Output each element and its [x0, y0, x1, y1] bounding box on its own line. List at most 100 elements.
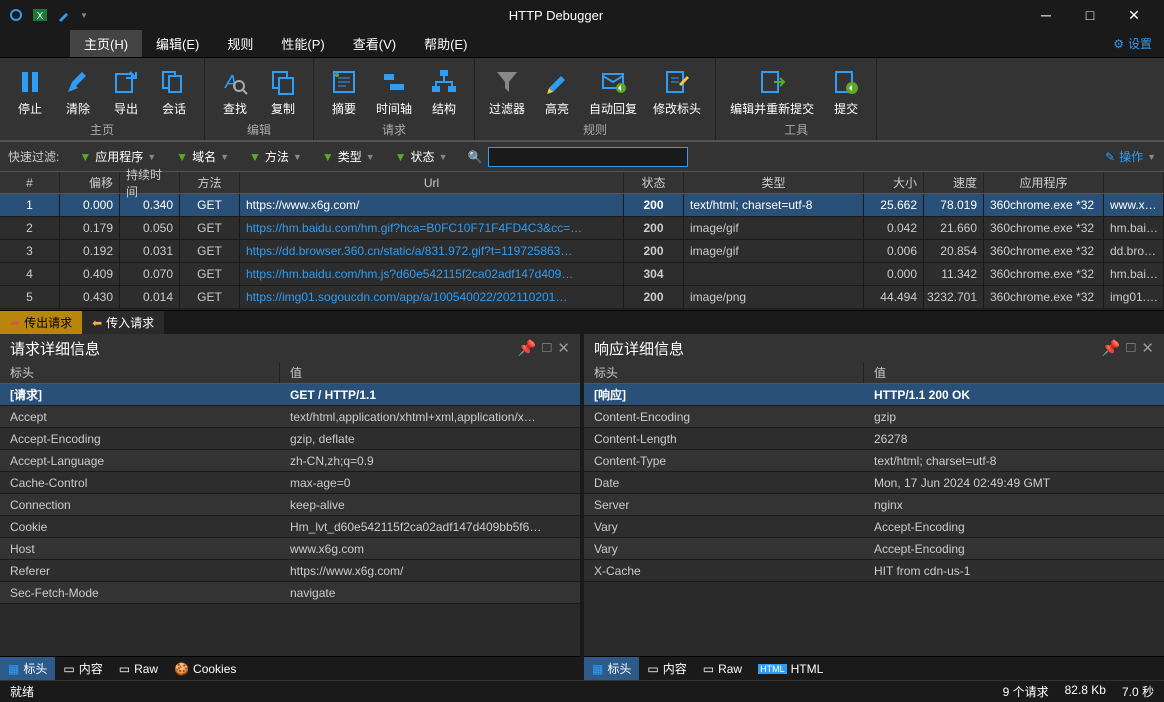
col-type[interactable]: 类型	[684, 172, 864, 193]
menu-edit[interactable]: 编辑(E)	[142, 30, 213, 57]
kv-row[interactable]: Sec-Fetch-Modenavigate	[0, 582, 580, 604]
resp-tab-raw[interactable]: ▭Raw	[695, 657, 750, 680]
pause-icon	[14, 66, 46, 98]
filter-app[interactable]: ▼应用程序▼	[79, 148, 156, 165]
kv-row[interactable]: Content-Typetext/html; charset=utf-8	[584, 450, 1164, 472]
resp-col-header[interactable]: 标头	[584, 362, 864, 383]
col-num[interactable]: #	[0, 172, 60, 193]
search-input[interactable]	[488, 147, 688, 167]
close-button[interactable]: ✕	[1112, 0, 1156, 30]
col-duration[interactable]: 持续时间	[120, 172, 180, 193]
maximize-button[interactable]: □	[1068, 0, 1112, 30]
maximize-pane-icon[interactable]: □	[1126, 339, 1135, 357]
resp-tab-content[interactable]: ▭内容	[639, 657, 694, 680]
ribbon-summary[interactable]: 摘要	[322, 62, 366, 119]
operations-button[interactable]: ✎ 操作 ▼	[1105, 148, 1156, 165]
col-status[interactable]: 状态	[624, 172, 684, 193]
req-tab-raw[interactable]: ▭Raw	[111, 657, 166, 680]
resp-tab-header[interactable]: ▦标头	[584, 657, 639, 680]
col-method[interactable]: 方法	[180, 172, 240, 193]
col-speed[interactable]: 速度	[924, 172, 984, 193]
ribbon-find[interactable]: A查找	[213, 62, 257, 119]
chevron-down-icon: ▼	[147, 152, 156, 162]
kv-row[interactable]: [请求]GET / HTTP/1.1	[0, 384, 580, 406]
kv-row[interactable]: Accepttext/html,application/xhtml+xml,ap…	[0, 406, 580, 428]
menu-perf[interactable]: 性能(P)	[267, 30, 338, 57]
grid-row[interactable]: 40.4090.070GEThttps://hm.baidu.com/hm.js…	[0, 263, 1164, 286]
req-tab-cookies[interactable]: 🍪Cookies	[166, 657, 244, 680]
maximize-pane-icon[interactable]: □	[542, 339, 551, 357]
req-tab-header[interactable]: ▦标头	[0, 657, 55, 680]
resp-col-value[interactable]: 值	[864, 362, 1164, 383]
kv-row[interactable]: Accept-Encodinggzip, deflate	[0, 428, 580, 450]
search-icon[interactable]: 🔍	[467, 150, 482, 164]
kv-row[interactable]: Connectionkeep-alive	[0, 494, 580, 516]
ribbon-copy[interactable]: 复制	[261, 62, 305, 119]
req-col-header[interactable]: 标头	[0, 362, 280, 383]
grid-row[interactable]: 20.1790.050GEThttps://hm.baidu.com/hm.gi…	[0, 217, 1164, 240]
menu-help[interactable]: 帮助(E)	[410, 30, 481, 57]
grid-row[interactable]: 30.1920.031GEThttps://dd.browser.360.cn/…	[0, 240, 1164, 263]
col-app[interactable]: 应用程序	[984, 172, 1104, 193]
request-detail-title: 请求详细信息 📌□✕	[0, 334, 580, 362]
find-icon: A	[219, 66, 251, 98]
ribbon-highlight[interactable]: 高亮	[535, 62, 579, 119]
req-tab-content[interactable]: ▭内容	[55, 657, 110, 680]
ribbon-session[interactable]: 会话	[152, 62, 196, 119]
submit-icon	[830, 66, 862, 98]
ribbon-submit[interactable]: 提交	[824, 62, 868, 119]
ribbon-clear[interactable]: 清除	[56, 62, 100, 119]
resp-tab-html[interactable]: HTMLHTML	[750, 657, 831, 680]
ribbon-export[interactable]: 导出	[104, 62, 148, 119]
grid-row[interactable]: 10.0000.340GEThttps://www.x6g.com/200tex…	[0, 194, 1164, 217]
kv-row[interactable]: Content-Length26278	[584, 428, 1164, 450]
ribbon-modifyheader[interactable]: 修改标头	[647, 62, 707, 119]
kv-row[interactable]: VaryAccept-Encoding	[584, 516, 1164, 538]
kv-row[interactable]: Content-Encodinggzip	[584, 406, 1164, 428]
kv-row[interactable]: VaryAccept-Encoding	[584, 538, 1164, 560]
col-extra[interactable]	[1104, 172, 1164, 193]
col-size[interactable]: 大小	[864, 172, 924, 193]
tab-outgoing[interactable]: ➡传出请求	[0, 311, 82, 334]
tab-incoming[interactable]: ⬅传入请求	[82, 311, 164, 334]
app-icon-brush[interactable]	[56, 7, 72, 23]
grid-body: 10.0000.340GEThttps://www.x6g.com/200tex…	[0, 194, 1164, 310]
pin-icon[interactable]: 📌	[1102, 339, 1121, 357]
app-icon-dropdown[interactable]: ▼	[80, 11, 88, 20]
menu-rules[interactable]: 规则	[213, 30, 267, 57]
kv-row[interactable]: DateMon, 17 Jun 2024 02:49:49 GMT	[584, 472, 1164, 494]
close-pane-icon[interactable]: ✕	[1141, 339, 1154, 357]
grid-row[interactable]: 50.4300.014GEThttps://img01.sogoucdn.com…	[0, 286, 1164, 309]
window-title: HTTP Debugger	[88, 8, 1024, 23]
kv-row[interactable]: [响应]HTTP/1.1 200 OK	[584, 384, 1164, 406]
kv-row[interactable]: Cache-Controlmax-age=0	[0, 472, 580, 494]
filter-method[interactable]: ▼方法▼	[249, 148, 302, 165]
minimize-button[interactable]: ─	[1024, 0, 1068, 30]
kv-row[interactable]: Accept-Languagezh-CN,zh;q=0.9	[0, 450, 580, 472]
settings-button[interactable]: ⚙ 设置	[1101, 30, 1164, 57]
filter-status[interactable]: ▼状态▼	[395, 148, 448, 165]
raw-icon: ▭	[119, 662, 130, 676]
req-col-value[interactable]: 值	[280, 362, 580, 383]
filter-type[interactable]: ▼类型▼	[322, 148, 375, 165]
ribbon-structure[interactable]: 结构	[422, 62, 466, 119]
close-pane-icon[interactable]: ✕	[557, 339, 570, 357]
col-url[interactable]: Url	[240, 172, 624, 193]
chevron-down-icon: ▼	[439, 152, 448, 162]
ribbon-timeline[interactable]: 时间轴	[370, 62, 418, 119]
kv-row[interactable]: CookieHm_lvt_d60e542115f2ca02adf147d409b…	[0, 516, 580, 538]
filter-domain[interactable]: ▼域名▼	[176, 148, 229, 165]
menu-home[interactable]: 主页(H)	[70, 30, 142, 57]
ribbon-editresubmit[interactable]: 编辑并重新提交	[724, 62, 820, 119]
kv-row[interactable]: Refererhttps://www.x6g.com/	[0, 560, 580, 582]
menu-view[interactable]: 查看(V)	[339, 30, 410, 57]
col-offset[interactable]: 偏移	[60, 172, 120, 193]
ribbon-stop[interactable]: 停止	[8, 62, 52, 119]
cookie-icon: 🍪	[174, 662, 189, 676]
kv-row[interactable]: Hostwww.x6g.com	[0, 538, 580, 560]
ribbon-filter[interactable]: 过滤器	[483, 62, 531, 119]
ribbon-autorespond[interactable]: 自动回复	[583, 62, 643, 119]
kv-row[interactable]: Servernginx	[584, 494, 1164, 516]
pin-icon[interactable]: 📌	[518, 339, 537, 357]
kv-row[interactable]: X-CacheHIT from cdn-us-1	[584, 560, 1164, 582]
